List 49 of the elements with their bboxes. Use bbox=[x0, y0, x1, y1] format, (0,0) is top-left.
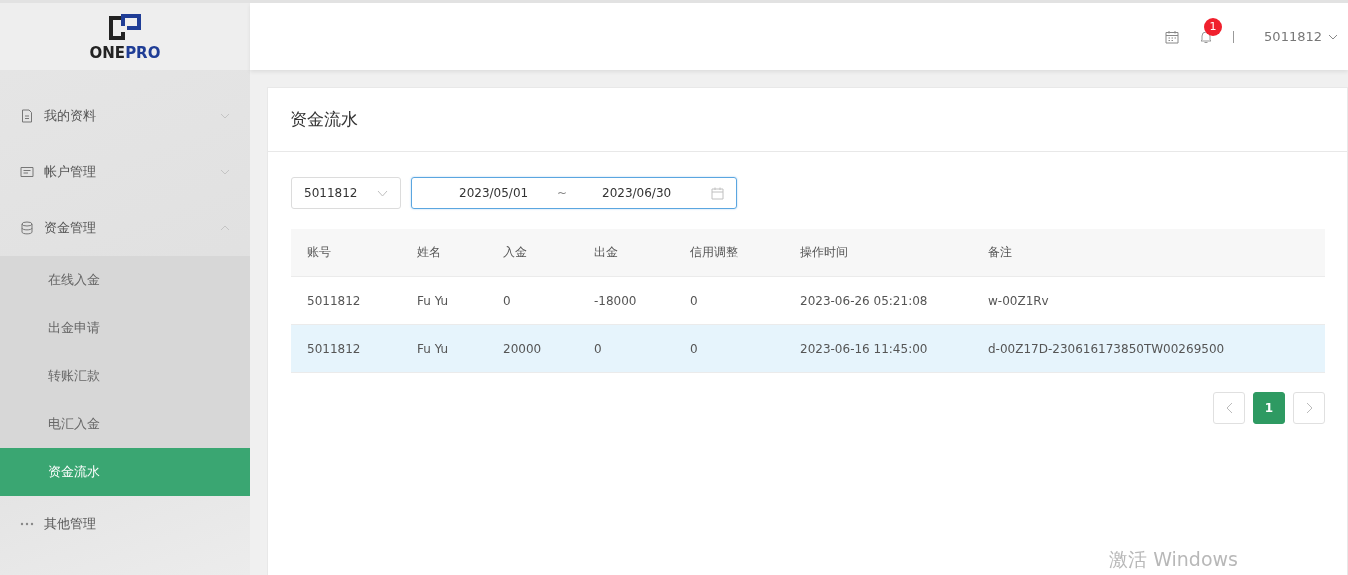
account-select[interactable]: 5011812 bbox=[291, 177, 401, 209]
column-header: 出金 bbox=[594, 244, 619, 261]
table-cell-text: -18000 bbox=[594, 293, 638, 308]
table-cell-text: 5011812 bbox=[307, 341, 362, 356]
column-header: 账号 bbox=[307, 244, 332, 261]
table-cell-text: Fu Yu bbox=[417, 341, 450, 356]
table-row[interactable]: 5011812 Fu Yu 20000 0 0 2023-06-16 11:45:00 d-00Z17D-230616173850TW00269500 bbox=[291, 325, 1325, 373]
caret-icon bbox=[1328, 33, 1338, 40]
notification-badge: 1 bbox=[1204, 17, 1223, 36]
menu-group[interactable]: 我的资料 bbox=[0, 88, 250, 144]
column-header: 操作时间 bbox=[800, 244, 849, 261]
table-cell-text: 2023-06-16 11:45:00 bbox=[800, 341, 929, 356]
menu-item[interactable]: 在线入金 bbox=[0, 256, 250, 304]
menu-group[interactable]: 资金管理 bbox=[0, 200, 250, 256]
table-cell-text: 0 bbox=[594, 341, 603, 356]
column-header: 信用调整 bbox=[690, 244, 739, 261]
user-menu[interactable]: 5011812 bbox=[1264, 29, 1338, 44]
column-header: 入金 bbox=[503, 244, 528, 261]
table-cell-text: 20000 bbox=[503, 341, 543, 356]
table-cell-text: 0 bbox=[690, 293, 699, 308]
list-icon bbox=[20, 165, 34, 179]
page-button[interactable]: 1 bbox=[1253, 392, 1285, 424]
table-cell-text: Fu Yu bbox=[417, 293, 450, 308]
menu-item[interactable]: 转账汇款 bbox=[0, 352, 250, 400]
menu-item[interactable]: 电汇入金 bbox=[0, 400, 250, 448]
table-cell-text: 2023-06-26 05:21:08 bbox=[800, 293, 929, 308]
column-header: 备注 bbox=[988, 244, 1013, 261]
menu-group[interactable]: 帐户管理 bbox=[0, 144, 250, 200]
logo-text: ONEPRO bbox=[89, 43, 161, 62]
table-cell-text: 0 bbox=[690, 341, 699, 356]
database-icon bbox=[20, 221, 34, 235]
activation-notice: 激活 Windows bbox=[1109, 547, 1238, 572]
table-cell-text: 0 bbox=[503, 293, 512, 308]
table-cell-text: d-00Z17D-230616173850TW00269500 bbox=[988, 341, 1226, 356]
menu-group[interactable]: 其他管理 bbox=[0, 496, 250, 552]
bell-icon[interactable] bbox=[1199, 29, 1214, 44]
page-title: 资金流水 bbox=[268, 88, 1347, 152]
chevron-right-icon bbox=[1305, 402, 1313, 414]
column-header: 姓名 bbox=[417, 244, 442, 261]
date-range-field[interactable]: 2023/05/01 ~ 2023/06/30 bbox=[411, 177, 737, 209]
calendar-icon[interactable] bbox=[1165, 29, 1180, 44]
chevron-left-icon bbox=[1225, 402, 1233, 414]
table-cell-text: 5011812 bbox=[307, 293, 362, 308]
menu-item[interactable]: 出金申请 bbox=[0, 304, 250, 352]
logo-icon bbox=[107, 11, 143, 42]
table-cell-text: w-00Z1Rv bbox=[988, 293, 1050, 308]
caret-icon bbox=[377, 189, 388, 197]
calendar-icon bbox=[711, 186, 724, 200]
document-icon bbox=[20, 109, 34, 123]
